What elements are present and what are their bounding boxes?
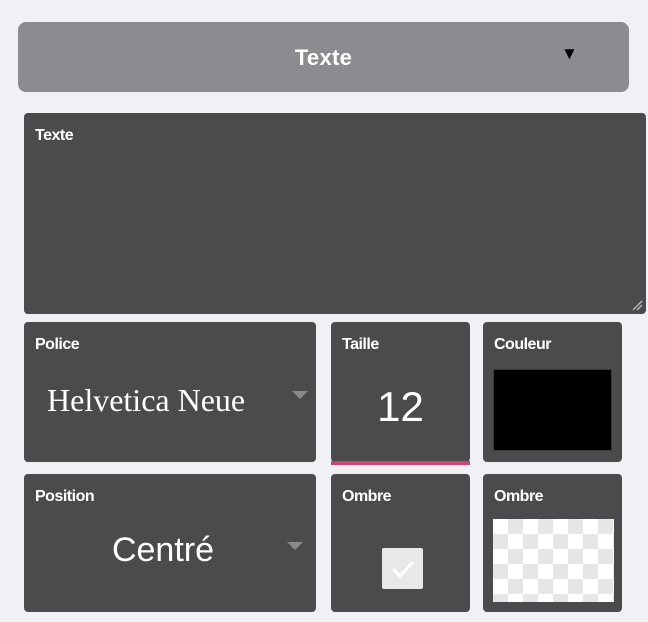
size-input[interactable]: 12	[331, 383, 470, 431]
size-label: Taille	[342, 336, 379, 353]
size-panel[interactable]: Taille 12	[331, 322, 470, 465]
shadow-color-swatch[interactable]	[493, 519, 614, 602]
text-label: Texte	[35, 127, 74, 144]
text-panel: Texte	[24, 113, 646, 314]
shadow-toggle-label: Ombre	[342, 488, 392, 505]
font-label: Police	[35, 336, 80, 353]
text-type-dropdown[interactable]: Texte ▼	[18, 22, 629, 92]
shadow-color-label: Ombre	[494, 488, 544, 505]
text-input[interactable]	[24, 151, 646, 314]
shadow-checkbox[interactable]	[382, 548, 423, 589]
shadow-toggle-panel[interactable]: Ombre	[331, 474, 470, 612]
resize-grip-icon[interactable]	[629, 297, 643, 311]
shadow-color-panel[interactable]: Ombre	[483, 474, 622, 612]
color-swatch[interactable]	[493, 369, 612, 451]
position-label: Position	[35, 488, 95, 505]
font-panel[interactable]: Police Helvetica Neue	[24, 322, 316, 462]
position-select-value[interactable]: Centré	[24, 531, 316, 570]
chevron-down-icon[interactable]	[292, 391, 308, 399]
chevron-down-icon[interactable]	[287, 542, 303, 550]
size-input-underline	[331, 461, 470, 465]
triangle-down-icon: ▼	[561, 44, 578, 63]
color-label: Couleur	[494, 336, 551, 353]
checkmark-icon	[391, 560, 415, 579]
font-select-value[interactable]: Helvetica Neue	[47, 382, 245, 419]
dropdown-title: Texte	[294, 45, 353, 70]
color-panel[interactable]: Couleur	[483, 322, 622, 462]
position-panel[interactable]: Position Centré	[24, 474, 316, 612]
